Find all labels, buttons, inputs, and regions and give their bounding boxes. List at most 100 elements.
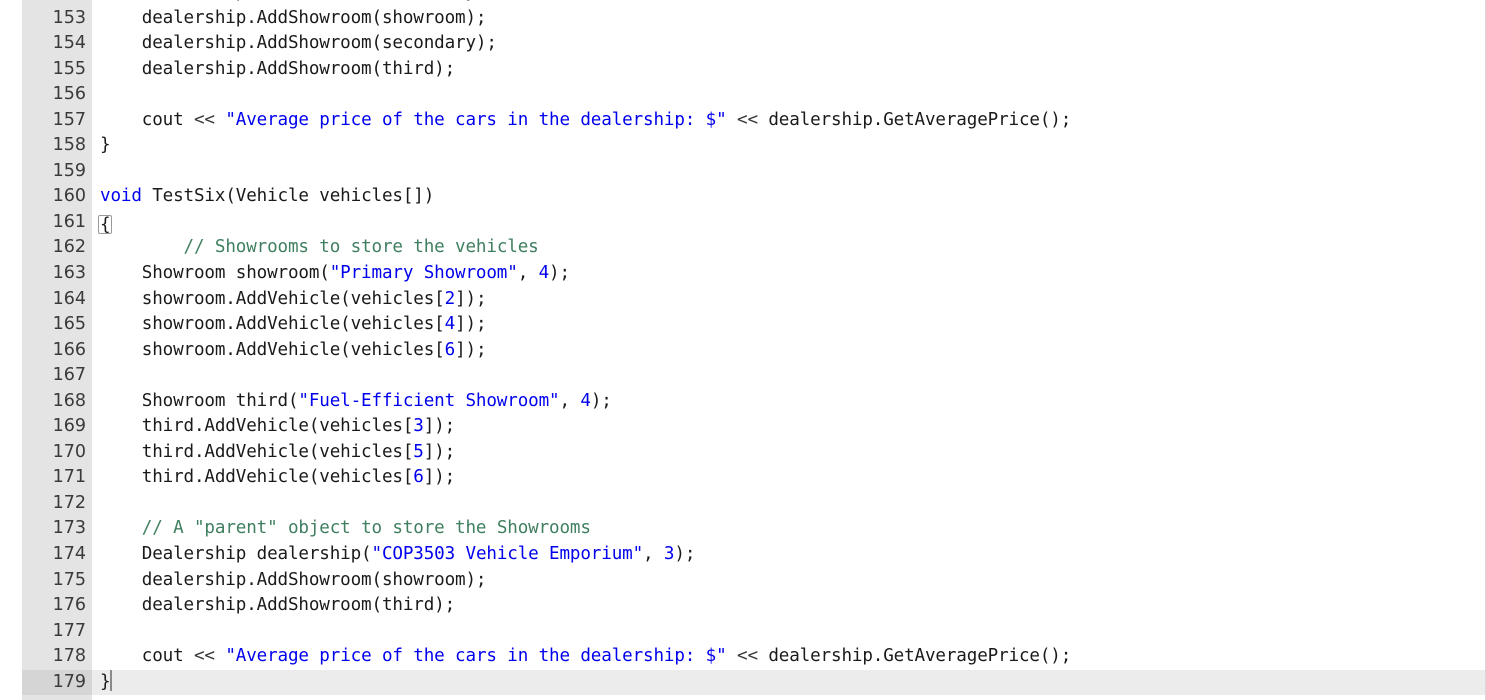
code-line[interactable]: 163 Showroom showroom("Primary Showroom"…: [0, 261, 1485, 287]
line-number[interactable]: 161: [22, 210, 92, 236]
code-token: <<: [193, 109, 215, 130]
code-line-text[interactable]: }: [92, 669, 1485, 696]
code-line-text[interactable]: dealership.AddShowroom(secondary);: [92, 31, 1485, 57]
code-token: );: [590, 390, 612, 411]
code-line[interactable]: 169 third.AddVehicle(vehicles[3]);: [0, 414, 1485, 440]
code-token: "Fuel-Efficient Showroom": [298, 390, 560, 411]
code-line-text[interactable]: showroom.AddVehicle(vehicles[4]);: [92, 312, 1485, 338]
code-line[interactable]: 157 cout << "Average price of the cars i…: [0, 108, 1485, 134]
code-line-text[interactable]: }: [92, 133, 1485, 159]
code-token: ,: [559, 390, 581, 411]
code-line[interactable]: 174 Dealership dealership("COP3503 Vehic…: [0, 542, 1485, 568]
code-line-text[interactable]: dealership.AddShowroom(third);: [92, 593, 1485, 619]
code-line-text[interactable]: cout << "Average price of the cars in th…: [92, 644, 1485, 670]
line-number[interactable]: 175: [22, 568, 92, 594]
code-token: ]);: [423, 416, 456, 437]
line-number[interactable]: 173: [22, 516, 92, 542]
code-line[interactable]: 165 showroom.AddVehicle(vehicles[4]);: [0, 312, 1485, 338]
code-line-text[interactable]: showroom.AddVehicle(vehicles[6]);: [92, 338, 1485, 364]
code-token: dealership.GetAveragePrice();: [757, 646, 1072, 667]
code-token: dealership.AddShowroom(secondary);: [100, 33, 497, 54]
line-number[interactable]: 154: [22, 31, 92, 57]
code-line-text[interactable]: third.AddVehicle(vehicles[5]);: [92, 440, 1485, 466]
line-number[interactable]: 179: [22, 669, 92, 696]
code-line[interactable]: 164 showroom.AddVehicle(vehicles[2]);: [0, 287, 1485, 313]
line-number[interactable]: 157: [22, 108, 92, 134]
code-token: dealership.AddShowroom(: [100, 0, 382, 2]
code-line[interactable]: 171 third.AddVehicle(vehicles[6]);: [0, 465, 1485, 491]
code-token: ,: [517, 263, 539, 284]
line-number[interactable]: 163: [22, 261, 92, 287]
line-number[interactable]: 164: [22, 287, 92, 313]
code-line-text[interactable]: [92, 159, 1485, 185]
code-line-text[interactable]: dealership.AddShowroom(showroom);: [92, 568, 1485, 594]
code-line[interactable]: 177: [0, 619, 1485, 645]
line-number[interactable]: 158: [22, 133, 92, 159]
code-token: 5: [413, 441, 424, 462]
line-number[interactable]: 172: [22, 491, 92, 517]
code-line[interactable]: 153 dealership.AddShowroom(showroom);: [0, 6, 1485, 32]
code-line-text[interactable]: Showroom showroom("Primary Showroom", 4)…: [92, 261, 1485, 287]
line-number[interactable]: 178: [22, 644, 92, 670]
code-line[interactable]: 175 dealership.AddShowroom(showroom);: [0, 568, 1485, 594]
code-line-text[interactable]: cout << "Average price of the cars in th…: [92, 108, 1485, 134]
line-number[interactable]: 177: [22, 619, 92, 645]
code-line[interactable]: 160 void TestSix(Vehicle vehicles[]): [0, 184, 1485, 210]
line-number[interactable]: 156: [22, 82, 92, 108]
line-number[interactable]: 171: [22, 465, 92, 491]
line-number[interactable]: 176: [22, 593, 92, 619]
code-line[interactable]: 158}: [0, 133, 1485, 159]
code-line[interactable]: 159: [0, 159, 1485, 185]
code-editor[interactable]: 152 dealership.AddShowroom(secondary);15…: [0, 0, 1486, 700]
code-line[interactable]: 173 // A "parent" object to store the Sh…: [0, 516, 1485, 542]
line-number[interactable]: 174: [22, 542, 92, 568]
code-line-text[interactable]: dealership.AddShowroom(showroom);: [92, 6, 1485, 32]
code-line[interactable]: 170 third.AddVehicle(vehicles[5]);: [0, 440, 1485, 466]
line-number[interactable]: 168: [22, 389, 92, 415]
code-line[interactable]: 176 dealership.AddShowroom(third);: [0, 593, 1485, 619]
code-line-text[interactable]: // A "parent" object to store the Showro…: [92, 516, 1485, 542]
line-number[interactable]: 167: [22, 363, 92, 389]
code-token: ]);: [455, 288, 487, 309]
code-line-text[interactable]: third.AddVehicle(vehicles[3]);: [92, 414, 1485, 440]
code-line[interactable]: 167: [0, 363, 1485, 389]
code-line-text[interactable]: dealership.AddShowroom(third);: [92, 57, 1485, 83]
code-line-text[interactable]: {: [92, 210, 1485, 236]
code-line[interactable]: 179}: [0, 669, 1485, 696]
line-number[interactable]: 159: [22, 159, 92, 185]
code-line[interactable]: 155 dealership.AddShowroom(third);: [0, 57, 1485, 83]
code-line-text[interactable]: [92, 619, 1485, 645]
line-number[interactable]: 153: [22, 6, 92, 32]
code-line[interactable]: 166 showroom.AddVehicle(vehicles[6]);: [0, 338, 1485, 364]
code-line-text[interactable]: showroom.AddVehicle(vehicles[2]);: [92, 287, 1485, 313]
code-line[interactable]: 161 {: [0, 210, 1485, 236]
code-line[interactable]: 162 // Showrooms to store the vehicles: [0, 235, 1485, 261]
code-line[interactable]: 168 Showroom third("Fuel-Efficient Showr…: [0, 389, 1485, 415]
code-token: 6: [413, 467, 424, 488]
code-line-text[interactable]: Showroom third("Fuel-Efficient Showroom"…: [92, 389, 1485, 415]
code-line[interactable]: 154 dealership.AddShowroom(secondary);: [0, 31, 1485, 57]
code-line-text[interactable]: [92, 491, 1485, 517]
line-number[interactable]: 165: [22, 312, 92, 338]
line-number[interactable]: 160: [22, 184, 92, 210]
code-token: ]);: [455, 314, 487, 335]
line-number[interactable]: 155: [22, 57, 92, 83]
code-line-text[interactable]: [92, 363, 1485, 389]
code-line[interactable]: 156: [0, 82, 1485, 108]
code-line-text[interactable]: Dealership dealership("COP3503 Vehicle E…: [92, 542, 1485, 568]
line-number[interactable]: 170: [22, 440, 92, 466]
code-token: );: [674, 544, 696, 565]
code-token: 6: [444, 339, 456, 360]
code-token: third.AddVehicle(vehicles[: [100, 416, 414, 437]
code-line[interactable]: 178 cout << "Average price of the cars i…: [0, 644, 1485, 670]
line-number[interactable]: 162: [22, 235, 92, 261]
code-line-text[interactable]: void TestSix(Vehicle vehicles[]): [92, 184, 1485, 210]
code-line-text[interactable]: third.AddVehicle(vehicles[6]);: [92, 465, 1485, 491]
line-number[interactable]: 166: [22, 338, 92, 364]
line-number[interactable]: 169: [22, 414, 92, 440]
code-line-text[interactable]: // Showrooms to store the vehicles: [92, 235, 1485, 261]
code-lines-container[interactable]: 152 dealership.AddShowroom(secondary);15…: [0, 0, 1485, 696]
code-line-text[interactable]: [92, 82, 1485, 108]
code-line[interactable]: 172: [0, 491, 1485, 517]
